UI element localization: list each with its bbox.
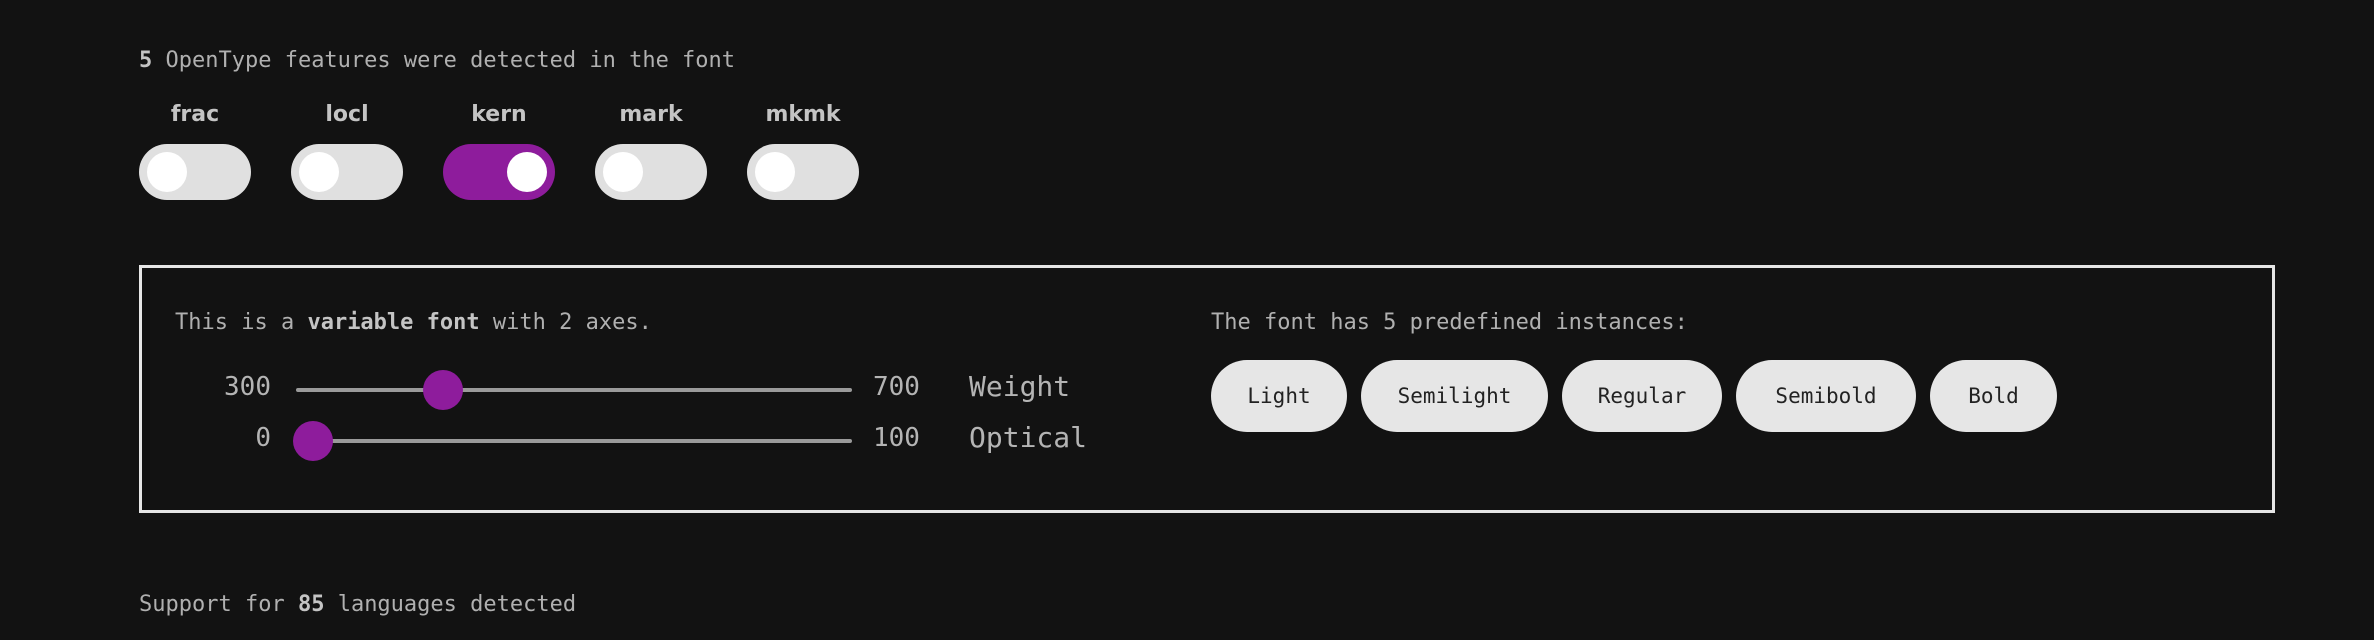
feature-label: locl xyxy=(325,102,369,127)
feature-toggle-kern[interactable] xyxy=(443,144,555,200)
instance-buttons: Light Semilight Regular Semibold Bold xyxy=(1211,360,2057,432)
languages-count: 85 xyxy=(297,592,325,617)
feature-toggle-mark[interactable] xyxy=(595,144,707,200)
feature-label: mark xyxy=(619,102,683,127)
feature-label: mkmk xyxy=(765,102,841,127)
feature-label: frac xyxy=(170,102,220,127)
feature-mkmk: mkmk xyxy=(747,100,859,200)
features-summary-text: OpenType features were detected in the f… xyxy=(152,48,736,73)
languages-summary: Support for 85 languages detected xyxy=(139,592,576,617)
instance-button-regular[interactable]: Regular xyxy=(1562,360,1722,432)
weight-slider-track[interactable] xyxy=(296,370,852,410)
variable-font-intro: This is a variable font with 2 axes. xyxy=(175,310,652,335)
feature-label: kern xyxy=(471,102,527,127)
feature-kern: kern xyxy=(443,100,555,200)
feature-toggle-locl[interactable] xyxy=(291,144,403,200)
intro-suffix: with 2 axes. xyxy=(479,310,652,335)
axis-max: 700 xyxy=(873,372,920,402)
feature-frac: frac xyxy=(139,100,251,200)
axis-name: Optical xyxy=(969,421,1088,454)
toggle-knob xyxy=(507,152,547,192)
features-summary: 5 OpenType features were detected in the… xyxy=(139,48,735,73)
instances-summary: The font has 5 predefined instances: xyxy=(1211,310,1688,335)
toggle-knob xyxy=(603,152,643,192)
intro-prefix: This is a xyxy=(175,310,308,335)
feature-mark: mark xyxy=(595,100,707,200)
toggle-knob xyxy=(755,152,795,192)
intro-bold: variable font xyxy=(307,310,480,335)
axis-min: 300 xyxy=(224,372,271,402)
optical-slider-thumb[interactable] xyxy=(292,421,333,461)
feature-toggle-frac[interactable] xyxy=(139,144,251,200)
languages-prefix: Support for xyxy=(139,592,298,617)
toggle-knob xyxy=(147,152,187,192)
instance-button-semilight[interactable]: Semilight xyxy=(1361,360,1548,432)
weight-slider-thumb[interactable] xyxy=(423,370,464,410)
languages-suffix: languages detected xyxy=(324,592,577,617)
axis-min: 0 xyxy=(255,423,271,453)
axis-max: 100 xyxy=(873,423,920,453)
feature-toggle-mkmk[interactable] xyxy=(747,144,859,200)
instance-button-semibold[interactable]: Semibold xyxy=(1736,360,1916,432)
variable-font-panel: This is a variable font with 2 axes. 300… xyxy=(139,265,2275,513)
instance-button-light[interactable]: Light xyxy=(1211,360,1347,432)
optical-slider-track[interactable] xyxy=(292,421,852,461)
feature-locl: locl xyxy=(291,100,403,200)
axis-name: Weight xyxy=(969,370,1071,403)
features-count: 5 xyxy=(139,48,153,73)
instance-button-bold[interactable]: Bold xyxy=(1930,360,2057,432)
toggle-knob xyxy=(299,152,339,192)
